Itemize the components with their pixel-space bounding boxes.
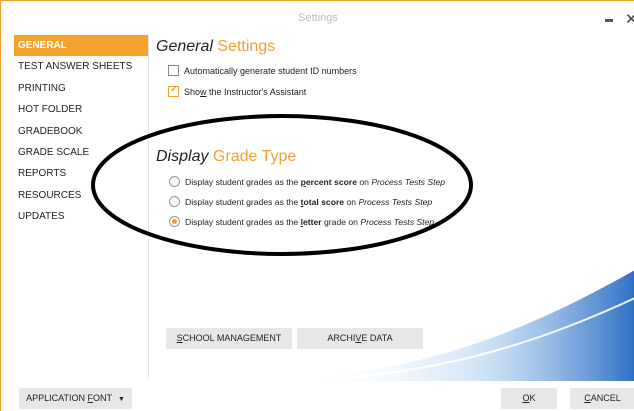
checkbox-label: Automatically generate student ID number… — [184, 65, 357, 76]
radio-label: Display student grades as the percent sc… — [185, 176, 446, 187]
sidebar-item-test-answer-sheets[interactable]: TEST ANSWER SHEETS — [14, 56, 148, 77]
grade-type-percent-radio[interactable]: Display student grades as the percent sc… — [169, 176, 445, 187]
grade-type-letter-radio[interactable]: Display student grades as the letter gra… — [169, 216, 434, 227]
checkbox-box[interactable] — [168, 84, 179, 97]
checkbox-box[interactable] — [168, 65, 179, 76]
radio-label: Display student grades as the letter gra… — [185, 216, 435, 227]
show-instructor-assistant-checkbox[interactable]: Show the Instructor's Assistant — [168, 84, 307, 97]
application-font-button[interactable]: APPLICATION FONT ▼ — [19, 388, 132, 409]
auto-generate-id-checkbox[interactable]: Automatically generate student ID number… — [168, 65, 357, 76]
sidebar-item-hot-folder[interactable]: HOT FOLDER — [14, 99, 148, 120]
radio-circle[interactable] — [169, 216, 180, 227]
cancel-button[interactable]: CANCEL — [570, 388, 634, 409]
heading-accent: Grade Type — [212, 148, 297, 165]
sidebar-item-general[interactable]: GENERAL — [14, 35, 148, 57]
school-management-button[interactable]: SCHOOL MANAGEMENT — [166, 328, 292, 349]
minimize-icon[interactable] — [605, 19, 613, 22]
sidebar-item-resources[interactable]: RESOURCES — [14, 185, 148, 206]
settings-sidebar: GENERAL TEST ANSWER SHEETS PRINTING HOT … — [14, 35, 149, 378]
display-grade-type-heading: Display Grade Type — [156, 148, 296, 166]
sidebar-item-reports[interactable]: REPORTS — [14, 163, 148, 184]
window-title: Settings — [298, 12, 338, 24]
settings-window: Settings ✕ GENERAL TEST ANSWER SHEETS PR… — [0, 0, 634, 411]
archive-data-button[interactable]: ARCHIVE DATA — [297, 328, 423, 349]
general-settings-heading: General Settings — [156, 38, 275, 56]
close-icon[interactable]: ✕ — [625, 10, 634, 28]
radio-label: Display student grades as the total scor… — [185, 196, 433, 207]
heading-italic: Display — [156, 148, 209, 165]
title-bar: Settings ✕ — [1, 0, 634, 34]
radio-circle[interactable] — [169, 176, 180, 187]
sidebar-item-updates[interactable]: UPDATES — [14, 206, 148, 227]
radio-circle[interactable] — [169, 196, 180, 207]
sidebar-item-grade-scale[interactable]: GRADE SCALE — [14, 142, 148, 163]
ok-button[interactable]: OK — [501, 388, 557, 409]
sidebar-item-printing[interactable]: PRINTING — [14, 78, 148, 99]
heading-accent: Settings — [217, 38, 276, 55]
dropdown-caret-icon: ▼ — [117, 396, 125, 403]
grade-type-total-radio[interactable]: Display student grades as the total scor… — [169, 196, 432, 207]
heading-italic: General — [156, 38, 213, 55]
sidebar-item-gradebook[interactable]: GRADEBOOK — [14, 121, 148, 142]
checkbox-label: Show the Instructor's Assistant — [184, 86, 307, 97]
